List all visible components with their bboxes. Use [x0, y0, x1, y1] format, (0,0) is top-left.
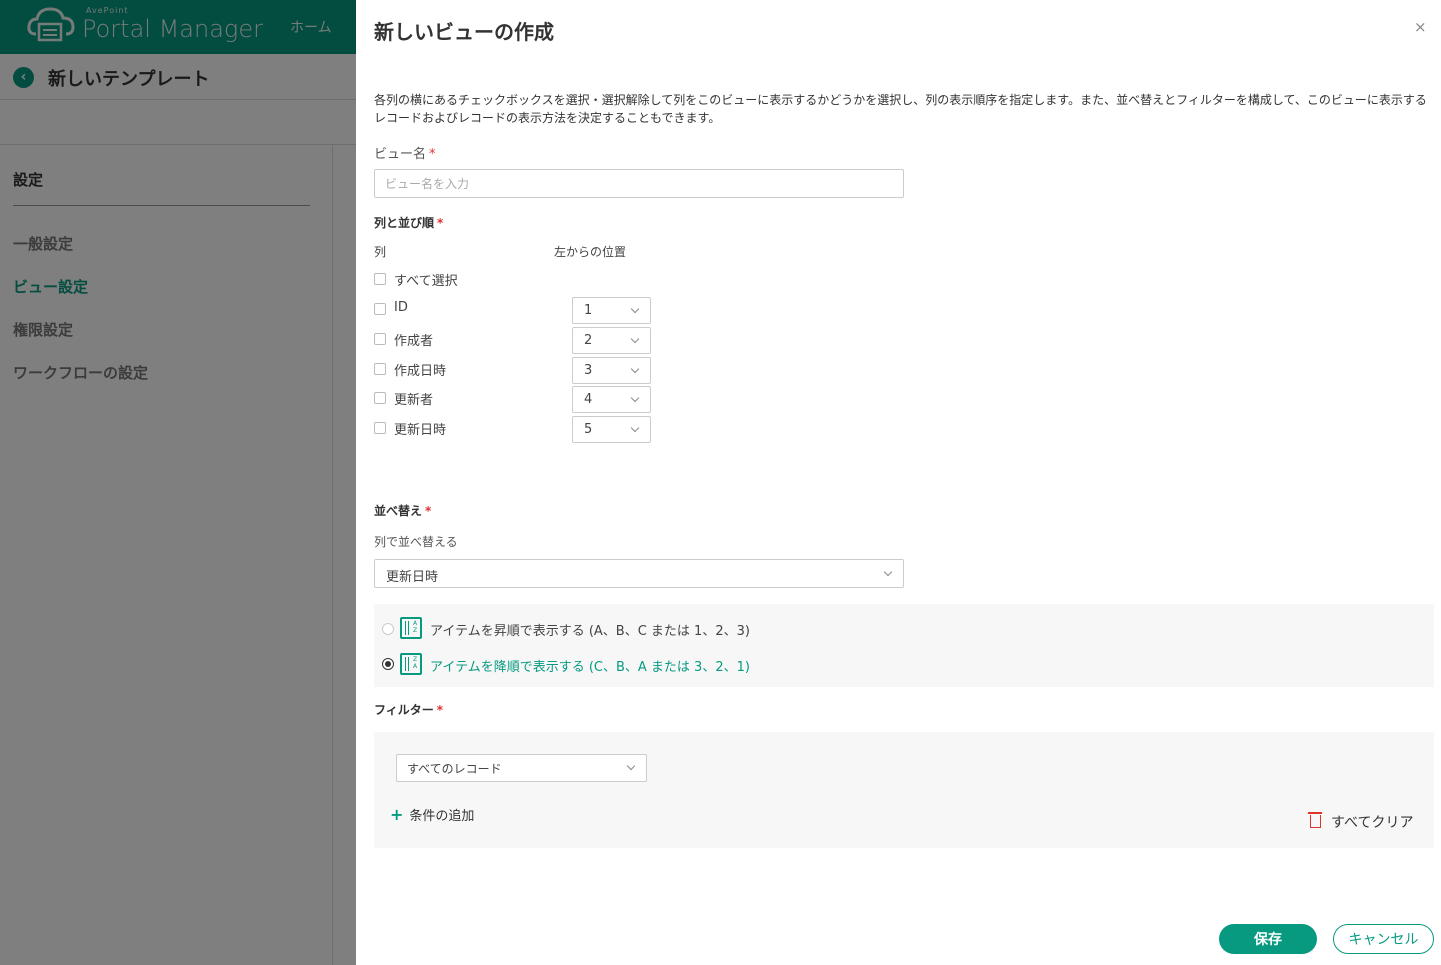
sort-column-select[interactable]: 更新日時	[374, 559, 904, 588]
required-mark: *	[436, 703, 444, 717]
required-mark: *	[437, 216, 444, 230]
column-checkbox[interactable]	[374, 333, 386, 345]
column-row: 作成者 2	[374, 327, 651, 355]
clear-all-button[interactable]: すべてクリア	[1308, 812, 1414, 832]
chevron-down-icon	[626, 761, 636, 771]
select-all-checkbox[interactable]	[374, 273, 386, 285]
position-select[interactable]: 4	[572, 386, 651, 413]
create-view-panel: 新しいビューの作成 × 各列の横にあるチェックボックスを選択・選択解除して列をこ…	[356, 0, 1441, 965]
view-name-label: ビュー名 *	[374, 143, 436, 162]
view-name-label-text: ビュー名	[374, 147, 427, 162]
chevron-down-icon	[630, 364, 640, 374]
chevron-down-icon	[630, 423, 640, 433]
save-button[interactable]: 保存	[1219, 924, 1317, 954]
sort-order-box: AZ アイテムを昇順で表示する (A、B、C または 1、2、3) ZA アイテ…	[374, 604, 1434, 687]
clear-all-label: すべてクリア	[1331, 815, 1414, 831]
position-value: 2	[584, 333, 593, 348]
sort-column-value: 更新日時	[386, 570, 439, 585]
close-icon[interactable]: ×	[1414, 18, 1427, 36]
descending-label[interactable]: アイテムを降順で表示する (C、B、A または 3、2、1)	[430, 656, 750, 675]
column-label: 作成日時	[394, 364, 447, 379]
sort-label: 並べ替え *	[374, 502, 431, 519]
columns-label-text: 列と並び順	[374, 216, 435, 230]
filter-label: フィルター *	[374, 701, 443, 718]
position-select[interactable]: 1	[572, 297, 651, 324]
column-row: 更新者 4	[374, 386, 651, 414]
filter-box: すべてのレコード + 条件の追加 すべてクリア	[374, 732, 1434, 848]
position-select[interactable]: 5	[572, 416, 651, 443]
filter-select[interactable]: すべてのレコード	[396, 754, 647, 782]
trash-icon	[1308, 812, 1322, 828]
sort-descending-icon: ZA	[400, 653, 422, 675]
add-condition-button[interactable]: + 条件の追加	[390, 805, 474, 824]
column-checkbox[interactable]	[374, 303, 386, 315]
required-mark: *	[429, 147, 436, 162]
column-label: 更新日時	[394, 423, 447, 438]
column-row: 作成日時 3	[374, 357, 651, 385]
columns-label: 列と並び順 *	[374, 214, 443, 231]
column-header: 列	[374, 245, 387, 259]
view-name-input[interactable]	[374, 169, 904, 198]
select-all-row: すべて選択	[374, 267, 644, 295]
column-checkbox[interactable]	[374, 363, 386, 375]
plus-icon: +	[390, 805, 404, 824]
chevron-down-icon	[630, 393, 640, 403]
chevron-down-icon	[630, 304, 640, 314]
panel-title: 新しいビューの作成	[374, 20, 554, 44]
descending-radio[interactable]	[382, 658, 394, 670]
column-checkbox[interactable]	[374, 392, 386, 404]
required-mark: *	[425, 504, 432, 518]
sort-ascending-icon: AZ	[400, 617, 422, 639]
column-label: 更新者	[394, 393, 434, 408]
position-value: 1	[584, 303, 593, 318]
position-value: 5	[584, 422, 593, 437]
chevron-down-icon	[883, 567, 893, 577]
column-label: ID	[394, 300, 408, 315]
position-select[interactable]: 3	[572, 357, 651, 384]
sort-label-text: 並べ替え	[374, 504, 423, 518]
position-header: 左からの位置	[554, 245, 627, 259]
filter-label-text: フィルター	[374, 703, 434, 717]
position-value: 3	[584, 363, 593, 378]
chevron-down-icon	[630, 334, 640, 344]
position-select[interactable]: 2	[572, 327, 651, 354]
column-label: 作成者	[394, 334, 434, 349]
ascending-label[interactable]: アイテムを昇順で表示する (A、B、C または 1、2、3)	[430, 620, 750, 639]
sort-by-label: 列で並べ替える	[374, 535, 458, 549]
select-all-label: すべて選択	[394, 274, 458, 289]
column-row: 更新日時 5	[374, 416, 651, 444]
add-condition-label: 条件の追加	[409, 809, 475, 824]
cancel-button[interactable]: キャンセル	[1333, 924, 1434, 954]
filter-select-value: すべてのレコード	[407, 762, 502, 776]
column-checkbox[interactable]	[374, 422, 386, 434]
position-value: 4	[584, 392, 593, 407]
column-row: ID 1	[374, 297, 651, 325]
ascending-radio[interactable]	[382, 623, 394, 635]
panel-description: 各列の横にあるチェックボックスを選択・選択解除して列をこのビューに表示するかどう…	[374, 93, 1427, 125]
